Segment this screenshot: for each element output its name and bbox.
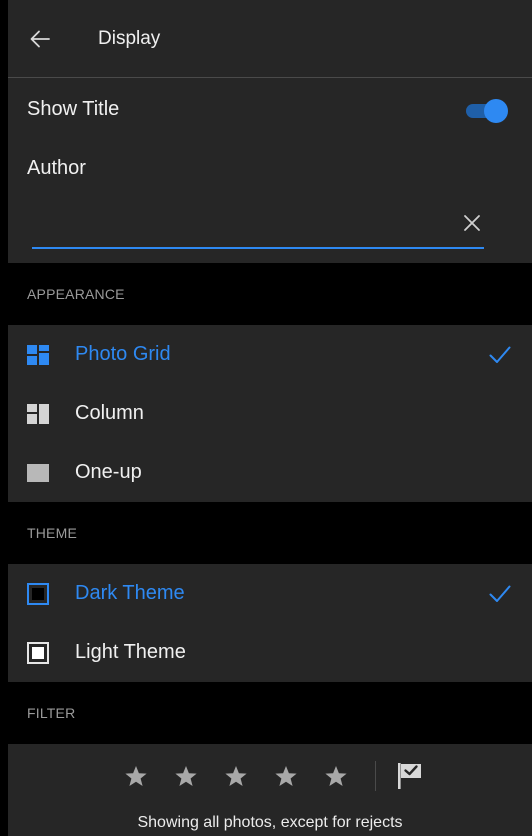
star-icon [224, 765, 247, 786]
star-icon [174, 765, 197, 786]
rating-filter-row [8, 752, 532, 800]
close-icon [464, 215, 480, 231]
show-title-row: Show Title [8, 78, 532, 141]
checkmark-icon [488, 582, 512, 606]
option-label: Dark Theme [75, 582, 185, 604]
checkmark-icon [488, 343, 512, 367]
clear-author-button[interactable] [460, 211, 484, 235]
star-5-button[interactable] [311, 756, 361, 796]
star-icon [324, 765, 347, 786]
star-icon [274, 765, 297, 786]
flag-filter-button[interactable] [390, 756, 430, 796]
author-input[interactable] [32, 209, 454, 247]
author-field [32, 195, 484, 263]
star-1-button[interactable] [111, 756, 161, 796]
app-header: Display [8, 0, 532, 78]
author-label-row: Author [8, 141, 532, 195]
filter-area: Showing all photos, except for rejects [8, 744, 532, 832]
author-label: Author [27, 156, 86, 179]
option-label: One-up [75, 461, 142, 483]
appearance-option-one-up[interactable]: One-up [8, 443, 532, 502]
filter-status-text: Showing all photos, except for rejects [137, 814, 403, 831]
star-4-button[interactable] [261, 756, 311, 796]
page-title: Display [98, 27, 161, 49]
flag-icon [397, 763, 421, 789]
option-label: Light Theme [75, 641, 186, 663]
column-icon [27, 403, 49, 425]
option-label: Column [75, 402, 144, 424]
filter-section-header: FILTER [8, 682, 532, 744]
display-settings-screen: Display Show Title Author APPEARANCE Pho… [8, 0, 532, 836]
one-up-icon [27, 462, 49, 484]
show-title-toggle[interactable] [466, 98, 508, 123]
theme-section-header: THEME [8, 502, 532, 564]
photo-grid-icon [27, 344, 49, 366]
appearance-option-column[interactable]: Column [8, 384, 532, 443]
appearance-section-header: APPEARANCE [8, 263, 532, 325]
author-input-underline [32, 247, 484, 249]
star-2-button[interactable] [161, 756, 211, 796]
star-icon [124, 765, 147, 786]
back-button[interactable] [8, 0, 72, 78]
option-label: Photo Grid [75, 343, 171, 365]
arrow-left-icon [30, 30, 50, 47]
dark-theme-icon [27, 582, 49, 605]
appearance-option-photo-grid[interactable]: Photo Grid [8, 325, 532, 384]
theme-option-light[interactable]: Light Theme [8, 623, 532, 682]
filter-divider [374, 761, 376, 791]
light-theme-icon [27, 641, 49, 664]
star-3-button[interactable] [211, 756, 261, 796]
toggle-knob [484, 98, 508, 123]
theme-option-dark[interactable]: Dark Theme [8, 564, 532, 623]
show-title-label: Show Title [27, 98, 120, 120]
